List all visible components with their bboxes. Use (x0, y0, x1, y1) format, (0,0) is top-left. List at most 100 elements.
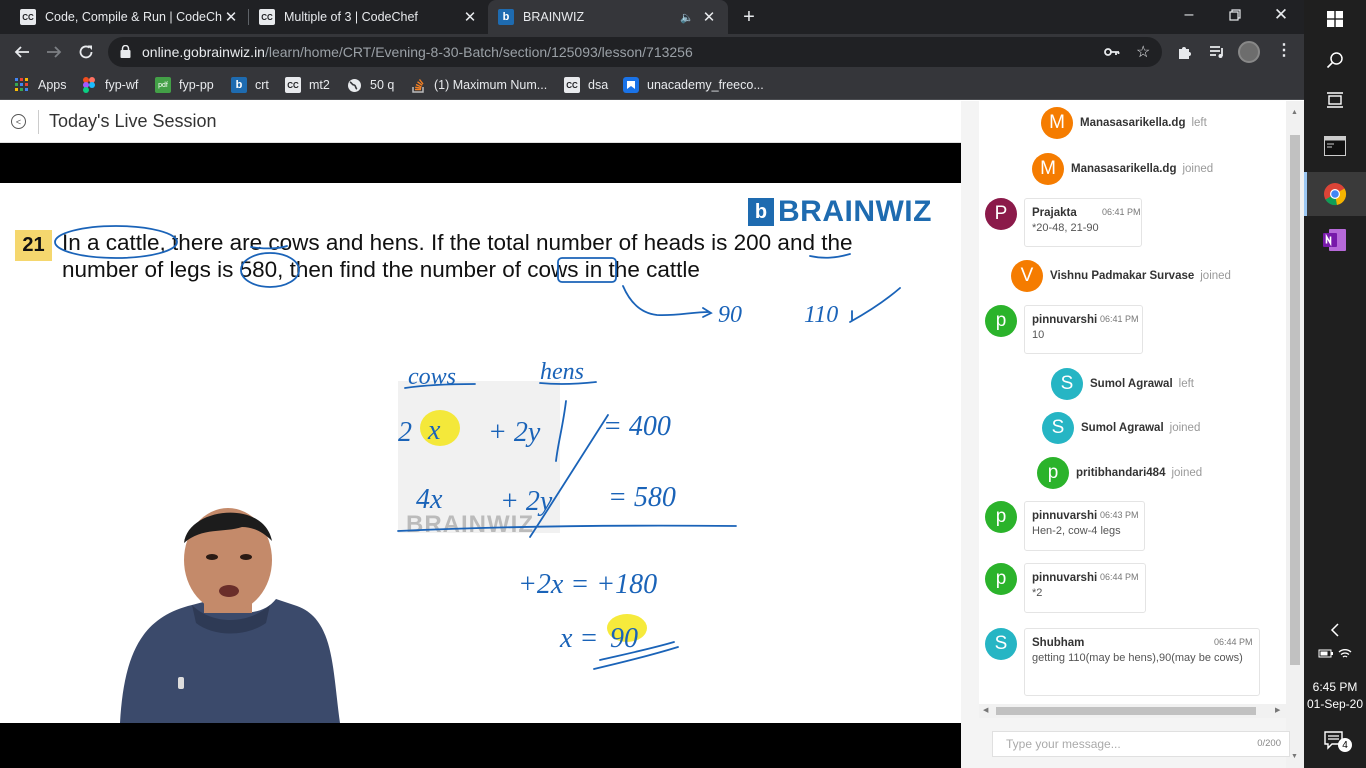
start-button[interactable] (1304, 4, 1366, 34)
address-bar[interactable]: online.gobrainwiz.in/learn/home/CRT/Even… (108, 37, 1162, 67)
system-tray (1304, 644, 1366, 666)
ink-label-cows: cows (408, 364, 456, 390)
user-name: Manasasarikella.dg (1080, 117, 1186, 129)
ink-eq2-mid: + 2y (500, 486, 553, 517)
scrollbar-thumb[interactable] (1290, 135, 1300, 665)
bookmark-label: (1) Maximum Num... (434, 78, 548, 92)
minimize-button[interactable]: – (1166, 0, 1212, 30)
user-action: joined (1169, 422, 1201, 434)
tab-brainwiz-active[interactable]: b BRAINWIZ 🔈 ✕ (488, 0, 728, 34)
onenote-app-icon[interactable] (1304, 222, 1366, 258)
chat-system-message: M Manasasarikella.dg left (1041, 107, 1207, 139)
codechef-icon: CC (259, 9, 275, 25)
avatar: P (985, 198, 1017, 230)
notifications-icon[interactable]: 4 (1304, 728, 1366, 754)
menu-kebab-icon[interactable]: ⋮ (1276, 42, 1292, 60)
bookmark-label: mt2 (309, 78, 330, 92)
char-counter: 0/200 (1257, 738, 1281, 749)
wifi-icon[interactable] (1338, 646, 1352, 664)
ink-circle-in-a-cattle (54, 225, 178, 259)
avatar: M (1041, 107, 1073, 139)
taskbar-clock[interactable]: 6:45 PM 01-Sep-20 (1304, 679, 1366, 713)
chat-message-input[interactable]: Type your message... 0/200 (992, 731, 1290, 757)
bookmark-fyp-pp[interactable]: pdf fyp-pp (155, 70, 214, 100)
brainwiz-icon: b (498, 9, 514, 25)
key-icon[interactable] (1104, 45, 1120, 64)
task-view-icon[interactable] (1304, 84, 1366, 116)
scroll-up-arrow-icon[interactable]: ▲ (1291, 109, 1298, 116)
profile-avatar[interactable] (1238, 41, 1260, 63)
reload-button[interactable] (70, 34, 102, 70)
back-button[interactable] (6, 34, 38, 70)
user-name: Vishnu Padmakar Survase (1050, 270, 1195, 282)
terminal-app-icon[interactable] (1304, 128, 1366, 164)
ink-arrow-to-answer (622, 285, 713, 318)
tab-separator (248, 9, 249, 25)
avatar: p (985, 305, 1017, 337)
chat-vertical-scrollbar[interactable]: ▲ ▼ (1286, 101, 1304, 768)
scroll-down-arrow-icon[interactable]: ▼ (1291, 753, 1298, 760)
battery-icon[interactable] (1318, 646, 1334, 664)
forward-button[interactable] (38, 34, 70, 70)
lesson-slide: b BRAINWIZ 21 In a cattle, there are cow… (0, 183, 961, 723)
back-arrow-icon[interactable]: < (11, 114, 26, 129)
pdf-icon: pdf (155, 77, 171, 93)
chat-message-bubble: pinnuvarshi 06:43 PM Hen-2, cow-4 legs (1024, 501, 1145, 551)
bookmark-dsa[interactable]: CC dsa (564, 70, 608, 100)
ink-eq4-left: x = (559, 623, 598, 654)
chat-sidebar: M Manasasarikella.dg left M Manasasarike… (961, 101, 1304, 768)
codechef-icon: CC (564, 77, 580, 93)
page-title: Today's Live Session (49, 111, 217, 131)
bookmark-mt2[interactable]: CC mt2 (285, 70, 330, 100)
scroll-right-arrow-icon[interactable]: ▶ (1275, 706, 1280, 714)
close-window-button[interactable]: ✕ (1258, 0, 1304, 30)
user-name: Sumol Agrawal (1081, 422, 1164, 434)
tab-codechef-compile[interactable]: CC Code, Compile & Run | CodeChef ✕ (14, 0, 246, 34)
chrome-app-icon[interactable] (1304, 172, 1366, 216)
bookmark-apps[interactable]: Apps (14, 70, 67, 100)
extensions-puzzle-icon[interactable] (1176, 43, 1194, 66)
media-queue-icon[interactable] (1208, 43, 1226, 66)
chat-system-message: M Manasasarikella.dg joined (1032, 153, 1213, 185)
bookmark-fyp-wf[interactable]: fyp-wf (81, 70, 138, 100)
chat-horizontal-scrollbar[interactable]: ◀ ▶ (979, 704, 1286, 718)
search-icon[interactable] (1304, 44, 1366, 76)
bookmarks-bar: Apps fyp-wf pdf fyp-pp b crt CC mt2 50 q (1… (0, 70, 1304, 100)
close-tab-icon[interactable]: ✕ (700, 8, 718, 26)
avatar: p (1037, 457, 1069, 489)
figma-icon (81, 77, 97, 93)
ink-eq2-left: 4x (416, 484, 443, 515)
bookmark-maximum-num[interactable]: (1) Maximum Num... (410, 70, 547, 100)
url-text: online.gobrainwiz.in/learn/home/CRT/Even… (142, 44, 693, 60)
chat-panel[interactable]: M Manasasarikella.dg left M Manasasarike… (979, 101, 1286, 704)
chevron-left-icon[interactable] (1304, 618, 1366, 642)
codechef-icon: CC (20, 9, 36, 25)
scrollbar-thumb[interactable] (996, 707, 1256, 715)
close-tab-icon[interactable]: ✕ (461, 8, 479, 26)
video-player[interactable]: b BRAINWIZ 21 In a cattle, there are cow… (0, 143, 961, 768)
restore-button[interactable] (1212, 0, 1258, 30)
lock-icon[interactable] (120, 44, 131, 63)
ink-text-110: 110 (804, 302, 838, 328)
ink-eq1-right: = 400 (603, 411, 671, 442)
avatar: S (985, 628, 1017, 660)
scroll-left-arrow-icon[interactable]: ◀ (983, 706, 988, 714)
user-action: joined (1200, 270, 1231, 282)
brainwiz-icon: b (231, 77, 247, 93)
avatar: p (985, 501, 1017, 533)
bookmark-unacademy[interactable]: unacademy_freeco... (623, 70, 764, 100)
bookmark-icon (623, 77, 639, 93)
apps-grid-icon (14, 77, 30, 93)
bookmark-label: fyp-wf (105, 78, 139, 92)
message-time: 06:44 PM (1214, 637, 1253, 647)
ink-text-90: 90 (718, 302, 742, 328)
new-tab-button[interactable]: + (737, 5, 761, 29)
header-divider (38, 110, 39, 134)
bookmark-crt[interactable]: b crt (231, 70, 269, 100)
bookmark-50q[interactable]: 50 q (346, 70, 394, 100)
tab-codechef-multiple[interactable]: CC Multiple of 3 | CodeChef ✕ (253, 0, 485, 34)
close-tab-icon[interactable]: ✕ (222, 8, 240, 26)
speaker-icon[interactable]: 🔈 (680, 11, 694, 24)
star-icon[interactable]: ☆ (1136, 42, 1150, 62)
ink-eq3: +2x = +180 (518, 569, 657, 600)
